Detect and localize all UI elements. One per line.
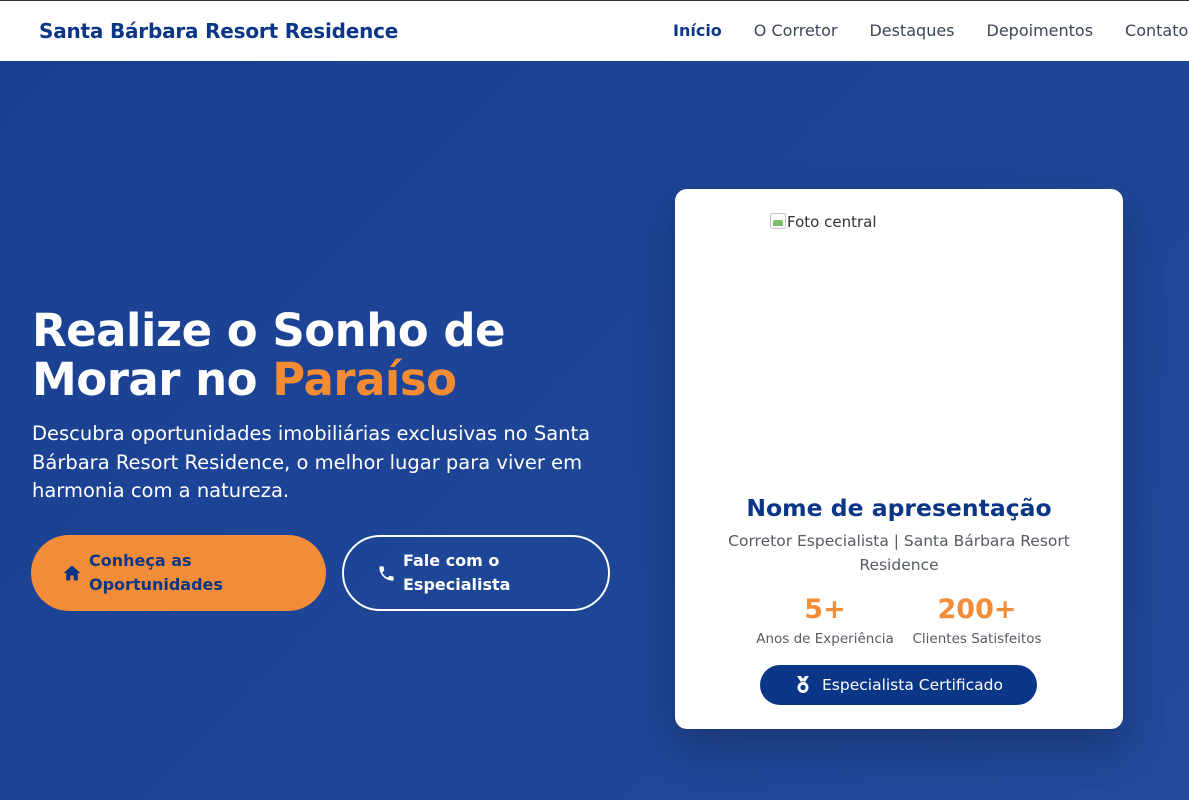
nav-link-depoimentos[interactable]: Depoimentos [987, 21, 1094, 40]
nav-link-o-corretor[interactable]: O Corretor [754, 21, 838, 40]
stat-clients: 200+ Clientes Satisfeitos [907, 594, 1047, 647]
broken-image-icon [770, 213, 786, 229]
phone-icon [375, 562, 397, 584]
agent-name: Nome de apresentação [746, 494, 1052, 522]
nav-link-destaques[interactable]: Destaques [869, 21, 954, 40]
nav-menu: Início O Corretor Destaques Depoimentos … [673, 21, 1189, 40]
contact-specialist-button[interactable]: Fale com o Especialista [342, 535, 610, 611]
opportunities-button-label: Conheça as Oportunidades [89, 551, 223, 594]
stat-value: 5+ [804, 594, 846, 625]
brand-logo-text[interactable]: Santa Bárbara Resort Residence [39, 19, 398, 43]
stat-label: Clientes Satisfeitos [912, 631, 1042, 647]
stat-experience: 5+ Anos de Experiência [747, 594, 903, 647]
certified-badge-label: Especialista Certificado [822, 676, 1003, 694]
home-icon [61, 562, 83, 584]
medal-icon [794, 676, 812, 694]
opportunities-button[interactable]: Conheça as Oportunidades [31, 535, 326, 611]
hero-title-accent: Paraíso [272, 353, 457, 406]
hero-title-line2-prefix: Morar no [32, 353, 273, 406]
nav-link-inicio[interactable]: Início [673, 21, 722, 40]
agent-photo: Foto central [770, 213, 1030, 473]
agent-role: Corretor Especialista | Santa Bárbara Re… [728, 532, 1070, 574]
certified-badge: Especialista Certificado [760, 665, 1037, 705]
stat-value: 200+ [937, 594, 1017, 625]
hero-description: Descubra oportunidades imobiliárias excl… [32, 422, 591, 502]
stat-label: Anos de Experiência [756, 631, 894, 647]
navbar: Santa Bárbara Resort Residence Início O … [0, 0, 1189, 61]
contact-specialist-button-label: Fale com o Especialista [403, 551, 511, 594]
hero-title: Realize o Sonho de Morar no Paraíso [32, 306, 592, 404]
agent-photo-alt-text: Foto central [787, 213, 877, 231]
agent-card: Foto central Nome de apresentação Corret… [675, 189, 1123, 729]
hero-title-line1: Realize o Sonho de [32, 304, 506, 357]
nav-link-contato[interactable]: Contato [1125, 21, 1188, 40]
